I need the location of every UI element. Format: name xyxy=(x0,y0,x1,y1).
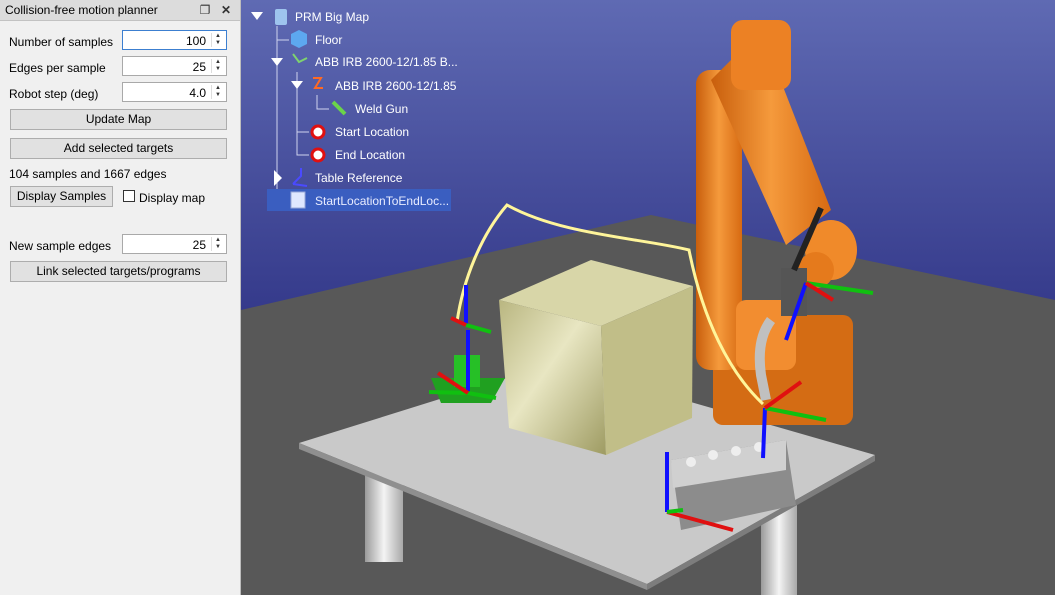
robot-step-value[interactable]: 4.0 xyxy=(189,86,206,100)
tree-item-program[interactable]: StartLocationToEndLoc... xyxy=(315,194,449,208)
tree-item-weld-gun[interactable]: Weld Gun xyxy=(355,102,408,116)
3d-viewport[interactable]: PRM Big Map Floor ABB IRB 2600-12/1.85 B… xyxy=(241,0,1055,595)
samples-label: Number of samples xyxy=(9,35,114,49)
add-targets-button[interactable]: Add selected targets xyxy=(10,138,227,159)
edges-spinbox[interactable]: 25 ▲ ▼ xyxy=(122,56,227,76)
fixture-bolt xyxy=(708,450,718,460)
new-sample-edges-value[interactable]: 25 xyxy=(193,238,206,252)
step-up-icon[interactable]: ▲ xyxy=(212,237,224,244)
target-icon xyxy=(310,147,326,163)
station-icon xyxy=(275,9,287,25)
panel-title: Collision-free motion planner xyxy=(5,3,158,17)
tree-item-robot[interactable]: ABB IRB 2600-12/1.85 xyxy=(335,79,456,93)
edges-label: Edges per sample xyxy=(9,61,106,75)
display-map-checkbox[interactable] xyxy=(123,190,135,202)
edges-stepper[interactable]: ▲ ▼ xyxy=(211,59,224,73)
display-samples-button[interactable]: Display Samples xyxy=(10,186,113,207)
robot-step-spinbox[interactable]: 4.0 ▲ ▼ xyxy=(122,82,227,102)
robot-step-label: Robot step (deg) xyxy=(9,87,99,101)
step-down-icon[interactable]: ▼ xyxy=(212,66,224,73)
panel-title-bar: Collision-free motion planner ❐ ✕ xyxy=(0,0,240,21)
samples-value[interactable]: 100 xyxy=(186,34,206,48)
tree-item-end-location[interactable]: End Location xyxy=(335,148,405,162)
step-up-icon[interactable]: ▲ xyxy=(212,59,224,66)
step-down-icon[interactable]: ▼ xyxy=(212,92,224,99)
motion-planner-panel: Collision-free motion planner ❐ ✕ Number… xyxy=(0,0,241,595)
update-map-button[interactable]: Update Map xyxy=(10,109,227,130)
tree-item-robot-group[interactable]: ABB IRB 2600-12/1.85 B... xyxy=(315,55,458,69)
program-icon xyxy=(290,191,306,209)
close-icon[interactable]: ✕ xyxy=(218,2,234,18)
robot-step-stepper[interactable]: ▲ ▼ xyxy=(211,85,224,99)
display-map-label: Display map xyxy=(139,191,206,205)
samples-stepper[interactable]: ▲ ▼ xyxy=(211,33,224,47)
float-icon[interactable]: ❐ xyxy=(197,2,213,18)
link-targets-button[interactable]: Link selected targets/programs xyxy=(10,261,227,282)
fixture-bolt xyxy=(731,446,741,456)
tree-item-floor[interactable]: Floor xyxy=(315,33,342,47)
robot-shoulder xyxy=(731,20,791,90)
step-down-icon[interactable]: ▼ xyxy=(212,40,224,47)
edges-value[interactable]: 25 xyxy=(193,60,206,74)
tree-item-start-location[interactable]: Start Location xyxy=(335,125,409,139)
new-sample-edges-label: New sample edges xyxy=(9,239,112,253)
fixture-bolt xyxy=(686,457,696,467)
step-down-icon[interactable]: ▼ xyxy=(212,244,224,251)
step-up-icon[interactable]: ▲ xyxy=(212,85,224,92)
status-text: 104 samples and 1667 edges xyxy=(9,167,167,181)
tree-item-table-reference[interactable]: Table Reference xyxy=(315,171,402,185)
new-sample-edges-stepper[interactable]: ▲ ▼ xyxy=(211,237,224,251)
target-icon xyxy=(310,124,326,140)
step-up-icon[interactable]: ▲ xyxy=(212,33,224,40)
samples-spinbox[interactable]: 100 ▲ ▼ xyxy=(122,30,227,50)
tree-item-root[interactable]: PRM Big Map xyxy=(295,10,369,24)
new-sample-edges-spinbox[interactable]: 25 ▲ ▼ xyxy=(122,234,227,254)
